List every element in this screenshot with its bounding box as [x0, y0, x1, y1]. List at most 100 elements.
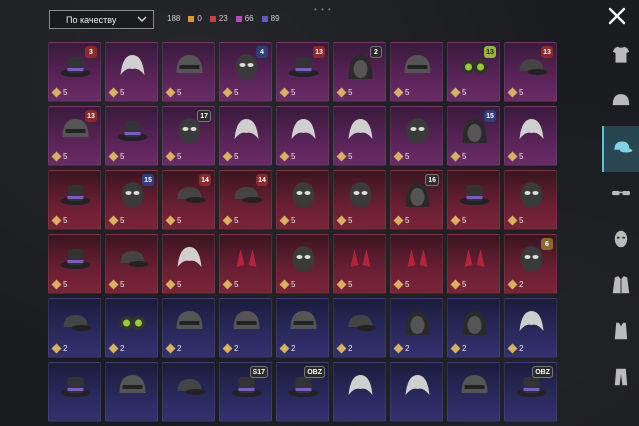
item-cost-value: 5 — [405, 152, 410, 161]
close-icon[interactable] — [605, 4, 629, 28]
item-card[interactable]: 5 — [276, 170, 329, 230]
sort-dropdown[interactable]: По качеству — [49, 10, 154, 29]
item-card[interactable]: 13 5 — [276, 42, 329, 102]
item-card[interactable]: OBZ — [504, 362, 557, 422]
item-card[interactable]: 5 — [48, 170, 101, 230]
item-cost-value: 5 — [63, 88, 68, 97]
item-card[interactable]: 5 — [333, 106, 386, 166]
category-tab-glasses[interactable] — [602, 172, 639, 218]
level-badge: 13 — [541, 46, 553, 58]
coin-icon — [450, 87, 461, 98]
item-cost: 2 — [450, 343, 466, 354]
item-cost: 5 — [507, 215, 523, 226]
category-tab-pants[interactable] — [602, 356, 639, 402]
item-card[interactable]: 15 5 — [105, 170, 158, 230]
item-card[interactable]: 13 5 — [48, 106, 101, 166]
item-card[interactable]: 2 — [333, 298, 386, 358]
item-card[interactable]: 17 5 — [162, 106, 215, 166]
category-tab-shirt[interactable] — [602, 34, 639, 80]
item-card[interactable]: 5 — [504, 170, 557, 230]
item-card[interactable]: 2 — [105, 298, 158, 358]
item-card[interactable]: 15 5 — [447, 106, 500, 166]
item-cost-value: 2 — [348, 344, 353, 353]
item-card[interactable]: 5 — [219, 106, 272, 166]
item-card[interactable]: 5 — [162, 42, 215, 102]
item-cost: 5 — [336, 87, 352, 98]
item-cost-value: 2 — [519, 344, 524, 353]
item-cost: 5 — [108, 279, 125, 290]
item-card[interactable] — [105, 362, 158, 422]
item-card[interactable]: 2 — [447, 298, 500, 358]
item-cost: 5 — [108, 215, 124, 226]
coin-icon — [165, 151, 176, 162]
category-tab-cap[interactable] — [602, 126, 639, 172]
item-card[interactable]: 45 — [219, 42, 272, 102]
coin-icon — [108, 215, 119, 226]
category-tab-helmet[interactable] — [602, 80, 639, 126]
item-card[interactable]: 5 — [390, 106, 443, 166]
item-card[interactable]: 2 — [390, 298, 443, 358]
item-card[interactable]: 2 — [162, 298, 215, 358]
hair-icon — [114, 49, 151, 83]
item-cost: 5 — [450, 151, 466, 162]
item-card[interactable]: 5 — [276, 106, 329, 166]
item-card[interactable]: 2 — [504, 298, 557, 358]
item-card[interactable]: OBZ — [276, 362, 329, 422]
quality-counter: 23 — [209, 14, 228, 23]
item-card[interactable]: S17 — [219, 362, 272, 422]
item-card[interactable]: 5 — [447, 234, 500, 294]
item-card[interactable]: 5 — [219, 234, 272, 294]
category-tab-jacket[interactable] — [602, 264, 639, 310]
coin-icon — [108, 87, 119, 98]
item-card[interactable]: 5 — [162, 234, 215, 294]
items-grid-area[interactable]: 3 5 5 5 4 5 13 5 2 5 5 13 5 13 5 13 5 5 17 5 5 5 5 5 15 5 5 5 15 5 14 5… — [48, 42, 558, 426]
coin-icon — [222, 87, 233, 98]
level-badge: 15 — [484, 110, 496, 122]
item-card[interactable]: 14 5 — [162, 170, 215, 230]
hair-icon — [342, 113, 379, 147]
coin-icon — [108, 343, 119, 354]
item-card[interactable]: 2 — [48, 298, 101, 358]
item-card[interactable]: 25 — [333, 42, 386, 102]
item-card[interactable]: 5 — [447, 170, 500, 230]
drag-handle-icon[interactable]: • • • — [314, 5, 332, 14]
item-card[interactable] — [48, 362, 101, 422]
category-tab-vest[interactable] — [602, 310, 639, 356]
item-card[interactable]: 13 5 — [504, 42, 557, 102]
coin-icon — [165, 279, 176, 290]
hat-icon — [57, 241, 94, 275]
quality-color-swatch — [209, 15, 216, 22]
item-card[interactable]: 16 5 — [390, 170, 443, 230]
item-cost: 5 — [108, 151, 125, 162]
item-card[interactable]: 5 — [504, 106, 557, 166]
hair-icon — [399, 369, 436, 403]
item-card[interactable]: 14 5 — [219, 170, 272, 230]
item-card[interactable]: 2 — [219, 298, 272, 358]
category-tab-mask[interactable] — [602, 218, 639, 264]
coin-icon — [336, 87, 347, 98]
item-card[interactable]: 5 — [48, 234, 101, 294]
item-card[interactable] — [333, 362, 386, 422]
item-cost-value: 5 — [519, 152, 524, 161]
item-cost-value: 5 — [120, 280, 125, 289]
item-card[interactable]: 5 — [276, 234, 329, 294]
item-card[interactable]: 35 — [48, 42, 101, 102]
item-cost: 5 — [222, 151, 238, 162]
item-card[interactable]: 5 — [333, 170, 386, 230]
item-card[interactable] — [390, 362, 443, 422]
item-card[interactable]: 2 — [276, 298, 329, 358]
item-card[interactable] — [447, 362, 500, 422]
top-bar: По качеству 188 0 23 66 89 • • • — [0, 0, 639, 36]
item-cost: 5 — [393, 87, 409, 98]
item-card[interactable]: 5 — [390, 42, 443, 102]
item-card[interactable]: 13 5 — [447, 42, 500, 102]
item-card[interactable] — [162, 362, 215, 422]
item-card[interactable]: 5 — [105, 234, 158, 294]
item-card[interactable]: 5 — [105, 106, 158, 166]
item-card[interactable]: 5 — [333, 234, 386, 294]
item-card[interactable]: 62 — [504, 234, 557, 294]
item-cost-value: 5 — [120, 152, 125, 161]
item-card[interactable]: 5 — [390, 234, 443, 294]
item-card[interactable]: 5 — [105, 42, 158, 102]
level-badge: OBZ — [304, 366, 325, 378]
